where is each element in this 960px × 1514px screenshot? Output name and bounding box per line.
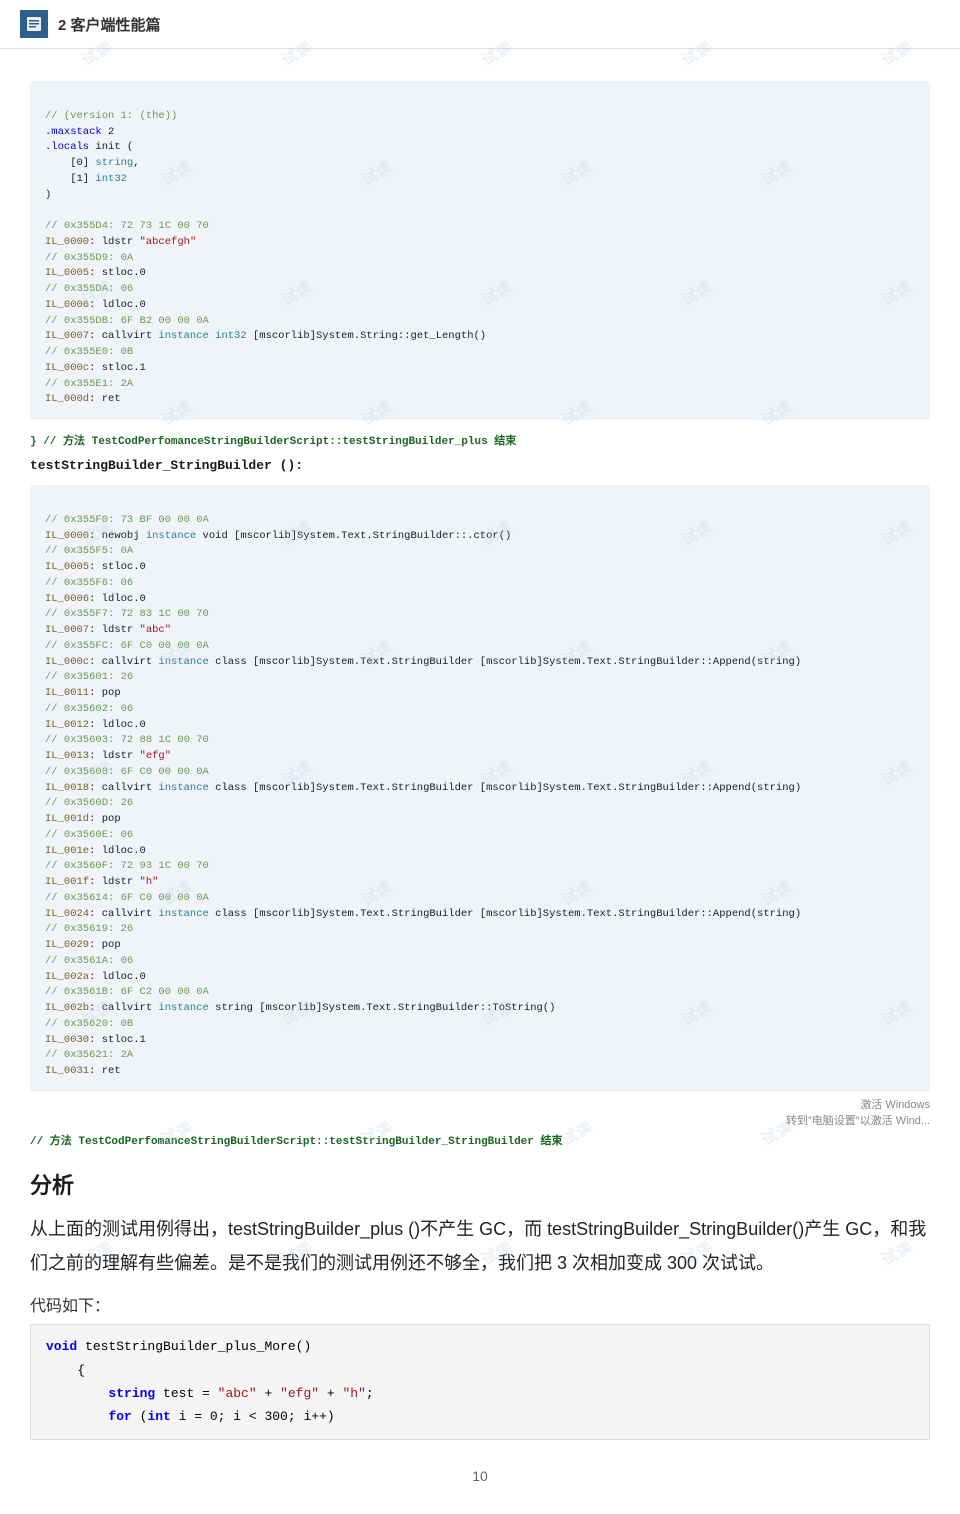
- win-activate: 激活 Windows 转到"电脑设置"以激活 Wind...: [30, 1096, 930, 1128]
- main-content: // (version 1: (the)) .maxstack 2 .local…: [0, 49, 960, 1514]
- page-title: 2 客户端性能篇: [58, 14, 161, 35]
- keyword-void: void: [46, 1339, 77, 1354]
- analysis-paragraph: 从上面的测试用例得出，testStringBuilder_plus ()不产生 …: [30, 1212, 930, 1280]
- end-comment-2: // 方法 TestCodPerfomanceStringBuilderScri…: [30, 1132, 930, 1148]
- header-icon: [20, 10, 48, 38]
- code-block-1: // (version 1: (the)) .maxstack 2 .local…: [30, 81, 930, 420]
- keyword-string: string: [108, 1386, 155, 1401]
- method-header-2: testStringBuilder_StringBuilder ():: [30, 458, 930, 473]
- end-comment-1: } // 方法 TestCodPerfomanceStringBuilderSc…: [30, 432, 930, 448]
- code-block-3: void testStringBuilder_plus_More() { str…: [30, 1324, 930, 1440]
- book-icon: [25, 15, 43, 33]
- page-header: 2 客户端性能篇: [0, 0, 960, 49]
- code-block-2: // 0x355F0: 73 BF 00 00 0A IL_0000: newo…: [30, 485, 930, 1092]
- keyword-for: for: [108, 1409, 131, 1424]
- code-label: 代码如下：: [30, 1292, 930, 1316]
- page-number: 10: [30, 1448, 930, 1494]
- section-title-analysis: 分析: [30, 1168, 930, 1200]
